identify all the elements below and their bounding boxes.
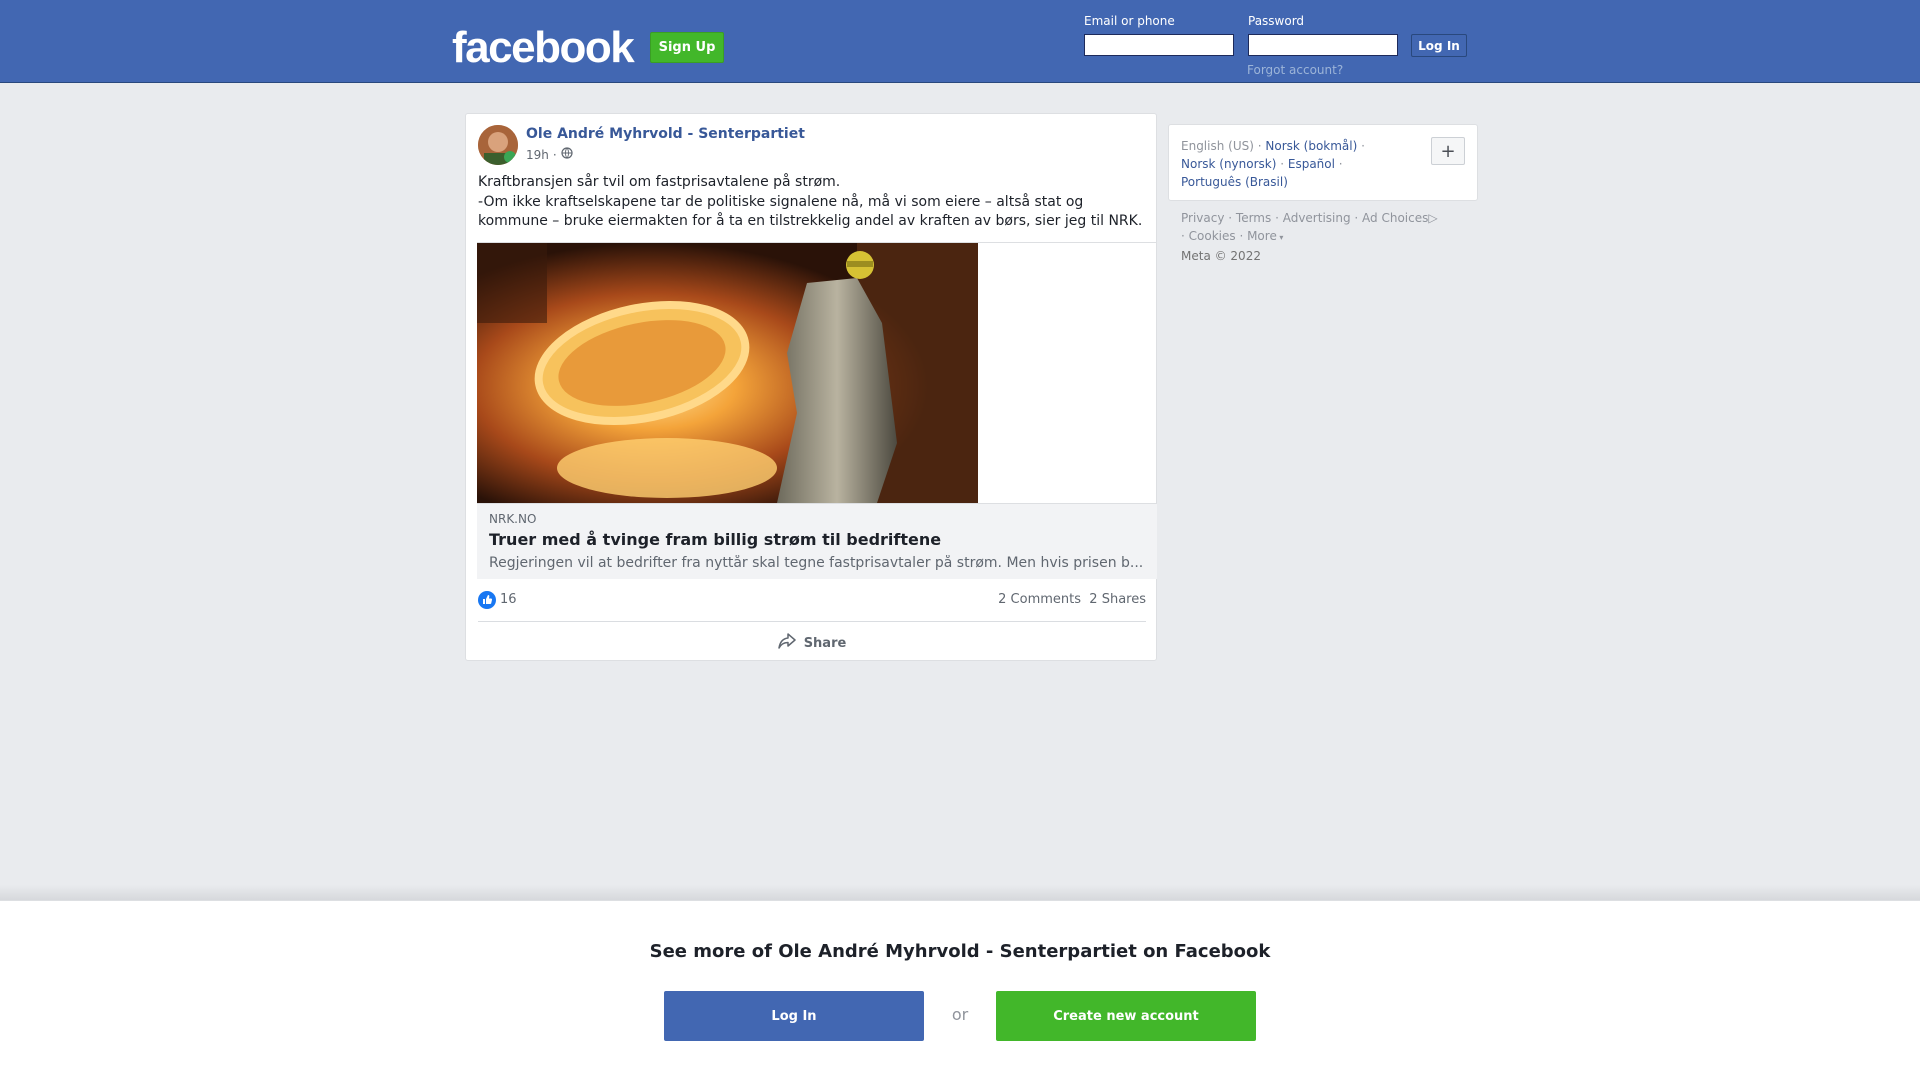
forgot-account-link[interactable]: Forgot account? bbox=[1247, 63, 1343, 77]
post-text-line: Kraftbransjen sår tvil om fastprisavtale… bbox=[478, 174, 841, 190]
ad-choices-icon: ▷ bbox=[1428, 211, 1438, 225]
like-reaction-icon[interactable] bbox=[478, 591, 496, 609]
share-label: Share bbox=[803, 635, 847, 651]
language-option[interactable]: Norsk (bokmål) bbox=[1265, 139, 1357, 153]
link-description: Regjeringen vil at bedrifter fra nyttår … bbox=[489, 555, 1144, 571]
chevron-down-icon: ▾ bbox=[1276, 233, 1284, 242]
shares-count[interactable]: 2 Shares bbox=[1089, 592, 1146, 607]
post-message: Kraftbransjen sår tvil om fastprisavtale… bbox=[478, 173, 1148, 232]
meta-separator: · bbox=[552, 147, 557, 162]
comments-shares: 2 Comments 2 Shares bbox=[998, 592, 1146, 607]
email-field[interactable] bbox=[1084, 34, 1234, 56]
copyright: Meta © 2022 bbox=[1181, 249, 1261, 263]
post-timestamp[interactable]: 19h bbox=[526, 148, 549, 162]
stats-divider bbox=[478, 621, 1146, 622]
post-meta: 19h · bbox=[526, 147, 573, 162]
language-selector: English (US) · Norsk (bokmål) · Norsk (n… bbox=[1168, 124, 1478, 201]
language-current: English (US) bbox=[1181, 139, 1254, 153]
footer-links: Privacy · Terms · Advertising · Ad Choic… bbox=[1181, 209, 1481, 265]
footer-link-ad-choices[interactable]: Ad Choices bbox=[1362, 211, 1428, 225]
banner-shadow bbox=[0, 885, 1920, 901]
login-prompt-banner: See more of Ole André Myhrvold - Senterp… bbox=[0, 900, 1920, 1081]
author-avatar[interactable] bbox=[478, 125, 518, 165]
link-preview-details[interactable]: NRK.NO Truer med å tvinge fram billig st… bbox=[477, 503, 1157, 579]
plus-icon: + bbox=[1440, 140, 1456, 162]
footer-link-terms[interactable]: Terms bbox=[1236, 211, 1271, 225]
banner-or-text: or bbox=[951, 1005, 969, 1024]
facebook-logo[interactable]: facebook bbox=[452, 22, 635, 74]
language-option[interactable]: Português (Brasil) bbox=[1181, 175, 1288, 189]
footer-link-privacy[interactable]: Privacy bbox=[1181, 211, 1224, 225]
language-option[interactable]: Español bbox=[1288, 157, 1335, 171]
more-languages-button[interactable]: + bbox=[1431, 137, 1465, 165]
login-button[interactable]: Log In bbox=[1411, 34, 1467, 57]
banner-title: See more of Ole André Myhrvold - Senterp… bbox=[649, 941, 1271, 962]
link-domain: NRK.NO bbox=[489, 512, 537, 526]
top-navigation-bar: facebook Sign Up Email or phone Password… bbox=[0, 0, 1920, 83]
post-stats: 16 2 Comments 2 Shares bbox=[478, 590, 1146, 610]
comments-count[interactable]: 2 Comments bbox=[998, 592, 1081, 607]
language-option[interactable]: Norsk (nynorsk) bbox=[1181, 157, 1276, 171]
footer-link-advertising[interactable]: Advertising bbox=[1283, 211, 1351, 225]
footer-link-more[interactable]: More bbox=[1247, 229, 1277, 243]
share-icon bbox=[777, 633, 796, 653]
language-list: English (US) · Norsk (bokmål) · Norsk (n… bbox=[1181, 139, 1365, 189]
password-field[interactable] bbox=[1248, 34, 1398, 56]
sign-up-button[interactable]: Sign Up bbox=[650, 32, 724, 63]
create-account-button[interactable]: Create new account bbox=[996, 991, 1256, 1041]
post-text-line: -Om ikke kraftselskapene tar de politisk… bbox=[478, 193, 1084, 210]
password-label: Password bbox=[1248, 14, 1305, 28]
globe-icon bbox=[561, 147, 573, 162]
post-card: Ole André Myhrvold - Senterpartiet 19h ·… bbox=[465, 113, 1157, 661]
link-preview[interactable]: NRK.NO Truer med å tvinge fram billig st… bbox=[477, 242, 1157, 579]
link-title[interactable]: Truer med å tvinge fram billig strøm til… bbox=[489, 530, 941, 549]
post-text-line: kommune – bruke eiermakten for å ta en t… bbox=[478, 213, 1143, 229]
banner-login-button[interactable]: Log In bbox=[664, 991, 924, 1041]
like-count[interactable]: 16 bbox=[500, 592, 517, 607]
share-button[interactable]: Share bbox=[478, 630, 1146, 656]
footer-link-cookies[interactable]: Cookies bbox=[1189, 229, 1236, 243]
link-preview-image[interactable] bbox=[477, 243, 978, 503]
post-author-name[interactable]: Ole André Myhrvold - Senterpartiet bbox=[526, 126, 805, 142]
email-label: Email or phone bbox=[1084, 14, 1175, 28]
